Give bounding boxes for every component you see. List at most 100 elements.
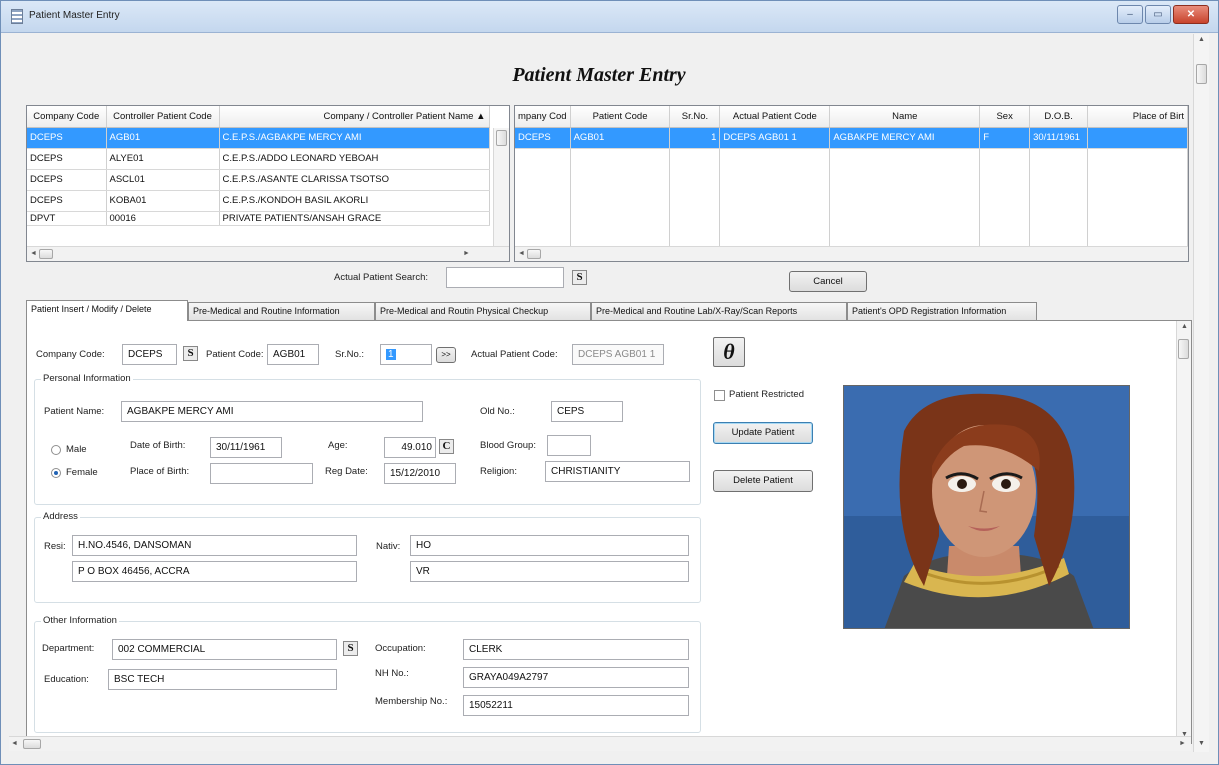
scroll-thumb[interactable] [39,249,53,259]
srno-field[interactable]: 1 [380,344,432,365]
nativ-line2-field[interactable]: VR [410,561,689,582]
column-header[interactable]: Sex [979,106,1031,128]
column-header[interactable]: Name [829,106,981,128]
column-header[interactable]: Patient Code [570,106,671,128]
column-header[interactable]: Actual Patient Code [719,106,831,128]
grid-cell[interactable]: DPVT [27,211,107,226]
nativ-line1-field[interactable]: HO [410,535,689,556]
old-no-field[interactable]: CEPS [551,401,623,422]
grid-cell[interactable]: DCEPS [27,148,107,170]
column-header[interactable]: Place of Birt [1087,106,1188,128]
grid-cell[interactable]: DCEPS [27,127,107,149]
grid-cell[interactable]: KOBA01 [106,190,220,212]
age-calc-button[interactable]: C [439,439,454,454]
patient-restricted-checkbox[interactable] [714,390,725,401]
title-bar[interactable]: Patient Master Entry – ▭ ✕ [1,1,1218,33]
grid-cell[interactable]: C.E.P.S./ADDO LEONARD YEBOAH [219,148,490,170]
grid-cell[interactable]: ALYE01 [106,148,220,170]
scroll-thumb[interactable] [1178,339,1189,359]
dob-field[interactable]: 30/11/1961 [210,437,282,458]
panel-vertical-scrollbar[interactable]: ▲ ▼ [1176,321,1191,743]
update-patient-button[interactable]: Update Patient [713,422,813,444]
theta-button[interactable]: θ [713,337,745,367]
grid-cell[interactable]: C.E.P.S./ASANTE CLARISSA TSOTSO [219,169,490,191]
grid-cell[interactable]: DCEPS [27,190,107,212]
column-header[interactable]: Company Code [27,106,107,128]
table-row[interactable]: DCEPS ASCL01 C.E.P.S./ASANTE CLARISSA TS… [27,169,490,191]
scroll-left-arrow-icon[interactable]: ◄ [11,740,18,747]
tab-physical-checkup[interactable]: Pre-Medical and Routin Physical Checkup [375,302,591,320]
actual-patient-search-input[interactable] [446,267,564,288]
grid-cell[interactable]: AGB01 [106,127,220,149]
religion-field[interactable]: CHRISTIANITY [545,461,690,482]
tab-lab-reports[interactable]: Pre-Medical and Routine Lab/X-Ray/Scan R… [591,302,847,320]
scroll-right-arrow-icon[interactable]: ► [463,250,470,257]
grid-cell[interactable] [1087,127,1188,149]
controller-patient-grid[interactable]: Company Code Controller Patient Code Com… [26,105,510,262]
grid-cell[interactable]: C.E.P.S./KONDOH BASIL AKORLI [219,190,490,212]
tab-pre-medical-routine-info[interactable]: Pre-Medical and Routine Information [188,302,375,320]
patient-grid[interactable]: mpany Cod Patient Code Sr.No. Actual Pat… [514,105,1189,262]
scroll-up-arrow-icon[interactable]: ▲ [1181,323,1188,330]
female-radio[interactable] [51,468,61,478]
blood-group-field[interactable] [547,435,591,456]
age-field[interactable]: 49.010 [384,437,436,458]
grid-cell[interactable]: DCEPS [515,127,571,149]
scroll-thumb[interactable] [496,130,507,146]
table-row[interactable]: DCEPS KOBA01 C.E.P.S./KONDOH BASIL AKORL… [27,190,490,212]
minimize-button[interactable]: – [1117,5,1143,24]
grid-cell[interactable]: 1 [669,127,721,149]
grid-cell[interactable]: F [979,127,1031,149]
grid-cell[interactable]: C.E.P.S./AGBAKPE MERCY AMI [219,127,490,149]
grid-horizontal-scrollbar[interactable]: ◄ [515,246,1188,261]
scroll-thumb[interactable] [527,249,541,259]
table-row[interactable]: DCEPS ALYE01 C.E.P.S./ADDO LEONARD YEBOA… [27,148,490,170]
grid-cell[interactable]: 00016 [106,211,220,226]
nh-no-field[interactable]: GRAYA049A2797 [463,667,689,688]
table-row[interactable]: DPVT 00016 PRIVATE PATIENTS/ANSAH GRACE [27,211,490,226]
tab-opd-registration[interactable]: Patient's OPD Registration Information [847,302,1037,320]
close-button[interactable]: ✕ [1173,5,1209,24]
scroll-thumb[interactable] [1196,64,1207,84]
membership-no-field[interactable]: 15052211 [463,695,689,716]
column-header[interactable]: D.O.B. [1029,106,1089,128]
table-row[interactable]: DCEPS AGB01 1 DCEPS AGB01 1 AGBAKPE MERC… [515,127,1188,149]
form-vertical-scrollbar[interactable]: ▲ ▼ [1193,34,1209,752]
grid-cell[interactable]: DCEPS [27,169,107,191]
column-header[interactable]: Company / Controller Patient Name ▲ [219,106,490,128]
grid-cell[interactable]: AGBAKPE MERCY AMI [829,127,981,149]
column-header[interactable]: Controller Patient Code [106,106,220,128]
column-header[interactable]: mpany Cod [515,106,571,128]
cancel-button[interactable]: Cancel [789,271,867,292]
form-horizontal-scrollbar[interactable]: ◄ ► [9,736,1191,751]
patient-name-field[interactable]: AGBAKPE MERCY AMI [121,401,423,422]
maximize-button[interactable]: ▭ [1145,5,1171,24]
search-button[interactable]: S [572,270,587,285]
grid-cell[interactable]: ASCL01 [106,169,220,191]
grid-vertical-scrollbar[interactable] [493,128,509,248]
patient-code-field[interactable]: AGB01 [267,344,319,365]
male-radio[interactable] [51,445,61,455]
grid-cell[interactable]: PRIVATE PATIENTS/ANSAH GRACE [219,211,490,226]
department-search-button[interactable]: S [343,641,358,656]
delete-patient-button[interactable]: Delete Patient [713,470,813,492]
next-srno-button[interactable]: >> [436,347,456,363]
place-of-birth-field[interactable] [210,463,313,484]
scroll-left-arrow-icon[interactable]: ◄ [30,250,37,257]
scroll-thumb[interactable] [23,739,41,749]
company-code-field[interactable]: DCEPS [122,344,177,365]
scroll-up-arrow-icon[interactable]: ▲ [1198,36,1205,43]
grid-cell[interactable]: AGB01 [570,127,671,149]
grid-cell[interactable]: DCEPS AGB01 1 [719,127,831,149]
scroll-right-arrow-icon[interactable]: ► [1179,740,1186,747]
occupation-field[interactable]: CLERK [463,639,689,660]
company-search-button[interactable]: S [183,346,198,361]
scroll-down-arrow-icon[interactable]: ▼ [1198,740,1205,747]
resi-line1-field[interactable]: H.NO.4546, DANSOMAN [72,535,357,556]
grid-horizontal-scrollbar[interactable]: ◄ ► [27,246,509,261]
reg-date-field[interactable]: 15/12/2010 [384,463,456,484]
resi-line2-field[interactable]: P O BOX 46456, ACCRA [72,561,357,582]
education-field[interactable]: BSC TECH [108,669,337,690]
column-header[interactable]: Sr.No. [669,106,721,128]
tab-patient-insert[interactable]: Patient Insert / Modify / Delete [26,300,188,321]
